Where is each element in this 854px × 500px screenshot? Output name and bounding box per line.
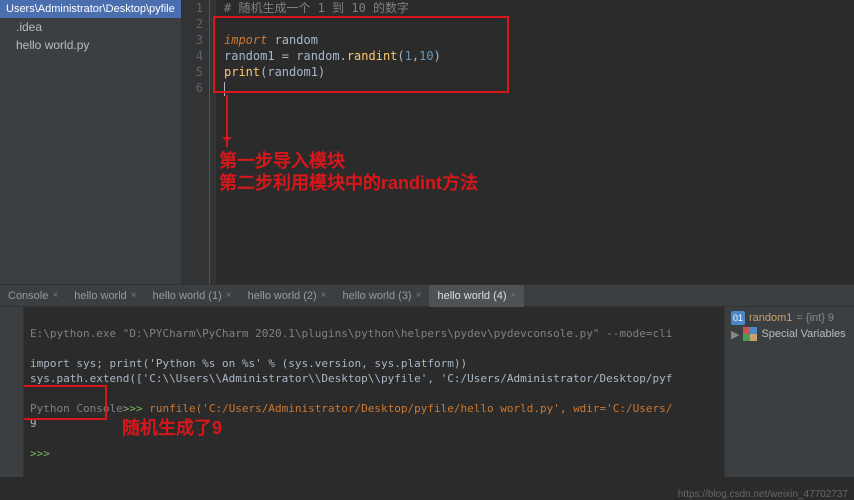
python-console[interactable]: E:\python.exe "D:\PYCharm\PyCharm 2020.1… [24, 307, 724, 477]
num: 1 [405, 49, 412, 63]
expand-icon[interactable]: ▶ [731, 328, 739, 341]
line-num: 5 [182, 64, 203, 80]
line-num: 6 [182, 80, 203, 96]
bottom-panel: Console × hello world × hello world (1) × h… [0, 284, 854, 477]
kw-import: import [224, 33, 267, 47]
tab-hw[interactable]: hello world × [66, 285, 144, 307]
annotation-arrow [226, 95, 228, 147]
proj-item-idea[interactable]: .idea [0, 18, 181, 36]
tab-label: hello world (1) [153, 290, 222, 302]
tab-console[interactable]: Console × [0, 285, 66, 307]
fn-randint: randint [347, 49, 398, 63]
close-icon[interactable]: × [52, 290, 58, 301]
console-line: import sys; print('Python %s on %s' % (s… [30, 357, 467, 370]
tab-hw3[interactable]: hello world (3) × [335, 285, 430, 307]
console-prompt: >>> [30, 447, 57, 460]
paren: ( [397, 49, 404, 63]
proj-item-hello[interactable]: hello world.py [0, 36, 181, 54]
special-vars-icon [743, 327, 757, 341]
close-icon[interactable]: × [511, 290, 517, 301]
console-line: sys.path.extend(['C:\\Users\\Administrat… [30, 372, 672, 385]
close-icon[interactable]: × [226, 290, 232, 301]
line-num: 1 [182, 0, 203, 16]
project-path: Users\Administrator\Desktop\pyfile [0, 0, 181, 18]
close-icon[interactable]: × [416, 290, 422, 301]
project-sidebar: Users\Administrator\Desktop\pyfile .idea… [0, 0, 182, 284]
mod-random: random [267, 33, 318, 47]
assign: random1 = random. [224, 49, 347, 63]
tab-label: hello world [74, 290, 127, 302]
tab-label: Console [8, 290, 48, 302]
console-prompt-label: Python Console [30, 402, 123, 415]
console-tabs: Console × hello world × hello world (1) × h… [0, 285, 854, 307]
fn-print: print [224, 65, 260, 79]
tab-hw4[interactable]: hello world (4) × [429, 285, 524, 307]
tab-hw2[interactable]: hello world (2) × [240, 285, 335, 307]
close-icon[interactable]: × [321, 290, 327, 301]
caret [224, 82, 225, 96]
var-name: random1 [749, 312, 792, 324]
console-prompt: >>> [123, 402, 150, 415]
code-comment: # 随机生成一个 1 到 10 的数字 [224, 1, 409, 15]
line-num: 2 [182, 16, 203, 32]
variables-panel: 01 random1 = {int} 9 ▶ Special Variables [724, 307, 854, 477]
line-num: 3 [182, 32, 203, 48]
annotation-step1: 第一步导入模块 [219, 150, 478, 172]
line-gutter: 1 2 3 4 5 6 [182, 0, 210, 284]
annotation-text: 第一步导入模块 第二步利用模块中的randint方法 [219, 150, 478, 194]
paren: ) [434, 49, 441, 63]
annotation-step2: 第二步利用模块中的randint方法 [219, 172, 478, 194]
tab-label: hello world (2) [248, 290, 317, 302]
var-value: = {int} 9 [796, 312, 834, 324]
paren: ) [318, 65, 325, 79]
var-type-icon: 01 [731, 311, 745, 325]
var-special-label: Special Variables [761, 328, 845, 340]
annotation-result: 随机生成了9 [122, 417, 222, 439]
arg: random1 [267, 65, 318, 79]
console-runcmd: runfile('C:/Users/Administrator/Desktop/… [149, 402, 672, 415]
num: 10 [419, 49, 433, 63]
console-toolbar [0, 307, 24, 477]
close-icon[interactable]: × [131, 290, 137, 301]
console-line: E:\python.exe "D:\PYCharm\PyCharm 2020.1… [30, 327, 672, 340]
var-row-special[interactable]: ▶ Special Variables [731, 327, 848, 341]
tab-label: hello world (3) [343, 290, 412, 302]
line-num: 4 [182, 48, 203, 64]
console-output: 9 [30, 417, 37, 430]
tab-hw1[interactable]: hello world (1) × [145, 285, 240, 307]
tab-label: hello world (4) [437, 290, 506, 302]
var-row[interactable]: 01 random1 = {int} 9 [731, 311, 848, 325]
code-editor[interactable]: # 随机生成一个 1 到 10 的数字 import random random… [216, 0, 854, 284]
footer-link: https://blog.csdn.net/weixin_47702737 [678, 489, 848, 500]
editor-area: 1 2 3 4 5 6 # 随机生成一个 1 到 10 的数字 import r… [182, 0, 854, 284]
